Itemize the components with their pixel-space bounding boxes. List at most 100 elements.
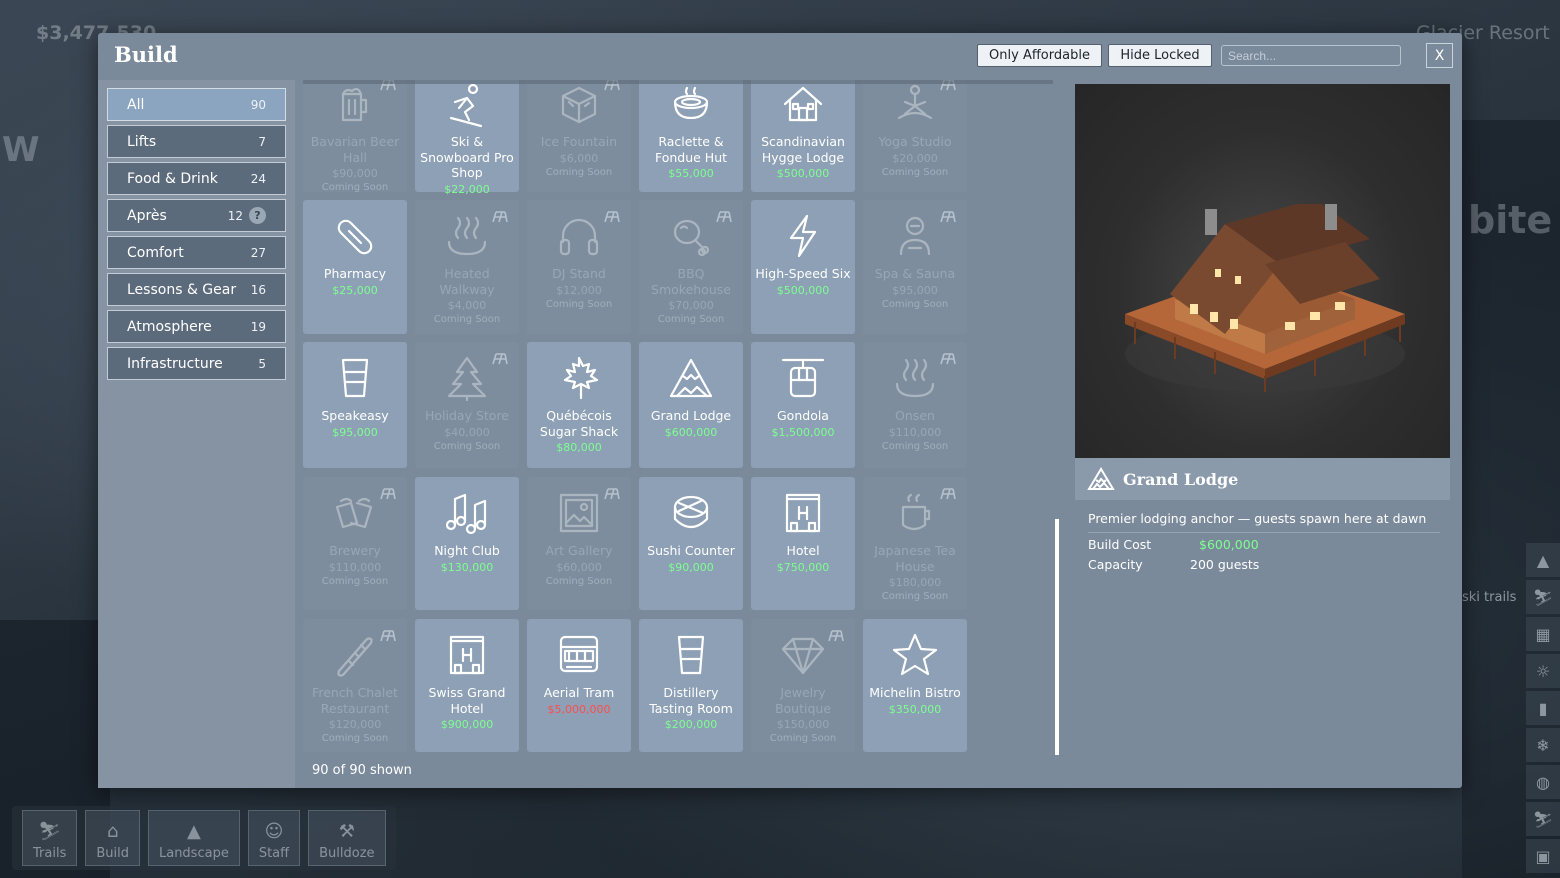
detail-header: Grand Lodge xyxy=(1075,458,1450,500)
item-name: Speakeasy xyxy=(321,408,389,423)
category-comfort[interactable]: Comfort 27 xyxy=(107,236,286,269)
tree-icon[interactable]: ▲ xyxy=(1526,543,1560,577)
gondola-icon[interactable]: ▣ xyxy=(1526,839,1560,873)
build-item-card[interactable]: Onsen $110,000 Coming Soon xyxy=(863,342,967,468)
item-name: Bavarian Beer Hall xyxy=(310,134,400,165)
tram-icon xyxy=(555,631,603,679)
build-item-card[interactable]: Jewelry Boutique $150,000 Coming Soon xyxy=(751,619,855,752)
picture-icon xyxy=(555,489,603,537)
only-affordable-button[interactable]: Only Affordable xyxy=(977,44,1102,67)
thermometer-icon[interactable]: ▮ xyxy=(1526,691,1560,725)
toolbar-landscape-button[interactable]: ▲ Landscape xyxy=(147,810,240,866)
coming-soon-label: Coming Soon xyxy=(321,733,389,744)
build-item-card[interactable]: Heated Walkway $4,000 Coming Soon xyxy=(415,200,519,334)
locked-icon xyxy=(715,208,735,223)
gondola-icon xyxy=(779,354,827,402)
category-atmosphere[interactable]: Atmosphere 19 xyxy=(107,310,286,343)
skier-icon[interactable]: ⛷ xyxy=(1526,802,1560,836)
build-item-card[interactable]: Art Gallery $60,000 Coming Soon xyxy=(527,477,631,610)
item-name: Gondola xyxy=(777,408,829,423)
map-icon[interactable]: ▦ xyxy=(1526,617,1560,651)
hide-locked-button[interactable]: Hide Locked xyxy=(1108,44,1212,67)
build-item-card[interactable]: Swiss Grand Hotel $900,000 xyxy=(415,619,519,752)
toolbar-build-button[interactable]: ⌂ Build xyxy=(85,810,140,866)
hotel-icon xyxy=(443,631,491,679)
item-name: Holiday Store xyxy=(425,408,509,423)
build-item-card[interactable]: Hotel $750,000 xyxy=(751,477,855,610)
build-cost-row: Build Cost $600,000 xyxy=(1088,533,1450,553)
category-infrastructure[interactable]: Infrastructure 5 xyxy=(107,347,286,380)
help-icon[interactable]: ? xyxy=(249,207,266,224)
capacity-row: Capacity 200 guests xyxy=(1088,553,1450,573)
item-price: $6,000 xyxy=(559,151,599,165)
build-item-card[interactable]: Ski & Snowboard Pro Shop $22,000 xyxy=(415,80,519,196)
build-item-card[interactable]: French Chalet Restaurant $120,000 Coming S… xyxy=(303,619,407,752)
build-item-grid: Bavarian Beer Hall $90,000 Coming Soon Ski … xyxy=(303,80,1053,753)
build-item-card[interactable]: Holiday Store $40,000 Coming Soon xyxy=(415,342,519,468)
build-item-card[interactable]: High-Speed Six $500,000 xyxy=(751,200,855,334)
category-lessons-gear[interactable]: Lessons & Gear 16 xyxy=(107,273,286,306)
item-price: $350,000 xyxy=(888,702,942,716)
build-item-card[interactable]: Grand Lodge $600,000 xyxy=(639,342,743,468)
coming-soon-label: Coming Soon xyxy=(881,298,949,310)
build-item-card[interactable]: Japanese Tea House $180,000 Coming Soon xyxy=(863,477,967,610)
close-button[interactable]: X xyxy=(1426,43,1453,68)
globe-icon[interactable]: ◍ xyxy=(1526,765,1560,799)
build-item-card[interactable]: Scandinavian Hygge Lodge $500,000 xyxy=(751,80,855,192)
lift-icon[interactable]: ⛷ xyxy=(1526,580,1560,614)
item-name: Aerial Tram xyxy=(543,685,615,700)
category-apres[interactable]: Après 12 ? xyxy=(107,199,286,232)
pill-icon xyxy=(331,212,379,260)
coming-soon-label: Coming Soon xyxy=(545,298,613,310)
person-icon: ☺ xyxy=(264,821,284,842)
grid-scrollbar[interactable] xyxy=(1055,519,1059,755)
snowflake-icon[interactable]: ❄ xyxy=(1526,728,1560,762)
build-item-card[interactable]: Night Club $130,000 xyxy=(415,477,519,610)
sushi-icon xyxy=(667,489,715,537)
category-label: All xyxy=(127,96,145,113)
toolbar-trails-button[interactable]: ⛷ Trails xyxy=(22,810,78,866)
category-food-drink[interactable]: Food & Drink 24 xyxy=(107,162,286,195)
build-item-card[interactable]: Sushi Counter $90,000 xyxy=(639,477,743,610)
build-item-card[interactable]: Michelin Bistro $350,000 xyxy=(863,619,967,752)
item-price: $22,000 xyxy=(444,182,490,196)
build-item-card[interactable]: Ice Fountain $6,000 Coming Soon xyxy=(527,80,631,192)
skier-icon xyxy=(443,80,491,128)
category-lifts[interactable]: Lifts 7 xyxy=(107,125,286,158)
steam-icon xyxy=(891,354,939,402)
build-item-card[interactable]: Aerial Tram $5,000,000 xyxy=(527,619,631,752)
build-item-card[interactable]: Pharmacy $25,000 xyxy=(303,200,407,334)
item-name: Grand Lodge xyxy=(650,408,732,423)
build-item-card[interactable]: Québécois Sugar Shack $80,000 xyxy=(527,342,631,468)
category-all[interactable]: All 90 xyxy=(107,88,286,121)
item-price: $4,000 xyxy=(447,299,487,312)
toolbar-staff-button[interactable]: ☺ Staff xyxy=(247,810,301,866)
yoga-icon xyxy=(891,80,939,128)
build-item-card[interactable]: Distillery Tasting Room $200,000 xyxy=(639,619,743,752)
baguette-icon xyxy=(331,631,379,679)
build-item-card[interactable]: Speakeasy $95,000 xyxy=(303,342,407,468)
tea-cup-icon xyxy=(891,489,939,537)
build-item-card[interactable]: BBQ Smokehouse $70,000 Coming Soon xyxy=(639,200,743,334)
item-name: Québécois Sugar Shack xyxy=(539,408,619,439)
item-name: Scandinavian Hygge Lodge xyxy=(761,134,845,165)
item-price: $90,000 xyxy=(668,560,714,574)
build-item-card[interactable]: Spa & Sauna $95,000 Coming Soon xyxy=(863,200,967,334)
search-input[interactable] xyxy=(1221,45,1401,66)
build-item-card[interactable]: Raclette & Fondue Hut $55,000 xyxy=(639,80,743,192)
build-item-card[interactable]: Yoga Studio $20,000 Coming Soon xyxy=(863,80,967,192)
build-modal: Build Only Affordable Hide Locked X All … xyxy=(98,33,1462,788)
build-item-card[interactable]: Brewery $110,000 Coming Soon xyxy=(303,477,407,610)
sun-icon[interactable]: ☼ xyxy=(1526,654,1560,688)
item-name: DJ Stand xyxy=(552,266,606,281)
drumstick-icon xyxy=(667,212,715,260)
background-map-label: W xyxy=(2,130,40,170)
item-price: $70,000 xyxy=(668,299,714,312)
toolbar-bulldoze-button[interactable]: ⚒ Bulldoze xyxy=(308,810,386,866)
coming-soon-label: Coming Soon xyxy=(545,166,613,178)
coming-soon-label: Coming Soon xyxy=(881,166,949,178)
build-item-card[interactable]: Bavarian Beer Hall $90,000 Coming Soon xyxy=(303,80,407,193)
build-item-card[interactable]: DJ Stand $12,000 Coming Soon xyxy=(527,200,631,334)
build-item-card[interactable]: Gondola $1,500,000 xyxy=(751,342,855,468)
item-price: $150,000 xyxy=(776,718,830,731)
